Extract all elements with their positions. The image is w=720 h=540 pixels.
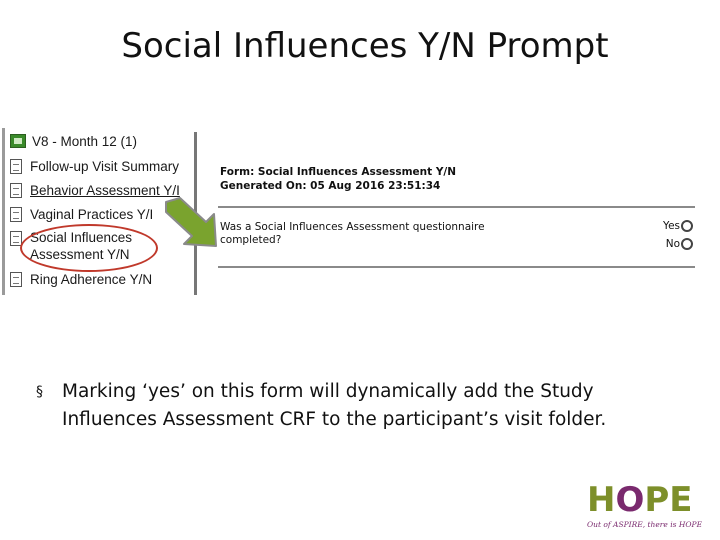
logo-letter-o: O <box>615 480 645 520</box>
form-question: Was a Social Influences Assessment quest… <box>220 221 485 246</box>
bullet-text: Marking ‘yes’ on this form will dynamica… <box>62 381 607 430</box>
logo-letter-h: H <box>587 480 616 520</box>
tree-item-behavior-assessment[interactable]: Behavior Assessment Y/I <box>10 179 180 201</box>
form-divider-bottom <box>218 266 695 268</box>
option-yes[interactable]: Yes <box>663 220 693 232</box>
no-radio[interactable] <box>681 238 693 250</box>
highlight-oval <box>20 224 158 272</box>
logo-wordmark: HOPE <box>587 482 705 518</box>
form-divider <box>218 206 695 208</box>
slide-title: Social Influences Y/N Prompt <box>121 26 609 66</box>
tree-item-label: Ring Adherence Y/N <box>30 271 153 287</box>
tree-item-label: Vaginal Practices Y/I <box>30 206 154 222</box>
tree-item-follow-up-visit-summary[interactable]: Follow-up Visit Summary <box>10 155 179 177</box>
tree-item-label: V8 - Month 12 (1) <box>32 133 138 149</box>
hope-logo: HOPE Out of ASPIRE, there is HOPE <box>587 482 705 534</box>
folder-icon <box>10 134 26 148</box>
option-no[interactable]: No <box>666 238 693 250</box>
option-yes-label: Yes <box>663 220 680 232</box>
yes-radio[interactable] <box>681 220 693 232</box>
bullet-point: § Marking ‘yes’ on this form will dynami… <box>36 378 676 434</box>
form-screenshot: Form: Social Influences Assessment Y/N G… <box>218 160 695 270</box>
document-icon <box>10 206 22 222</box>
tree-item-v8-month-12[interactable]: V8 - Month 12 (1) <box>10 130 137 152</box>
form-generated-on: Generated On: 05 Aug 2016 23:51:34 <box>220 180 441 192</box>
pointer-arrow-icon <box>165 197 217 247</box>
tree-item-label: Behavior Assessment Y/I <box>30 182 180 198</box>
tree-border-left <box>2 128 5 295</box>
document-icon <box>10 158 22 174</box>
bullet-marker: § <box>36 384 43 400</box>
logo-tagline: Out of ASPIRE, there is HOPE <box>587 520 703 529</box>
tree-item-label: Follow-up Visit Summary <box>30 158 180 174</box>
option-no-label: No <box>665 238 680 250</box>
logo-letters-pe: PE <box>644 480 693 520</box>
document-icon <box>10 271 22 287</box>
form-title: Form: Social Influences Assessment Y/N <box>220 166 457 178</box>
document-icon <box>10 182 22 198</box>
tree-item-vaginal-practices[interactable]: Vaginal Practices Y/I <box>10 203 153 225</box>
